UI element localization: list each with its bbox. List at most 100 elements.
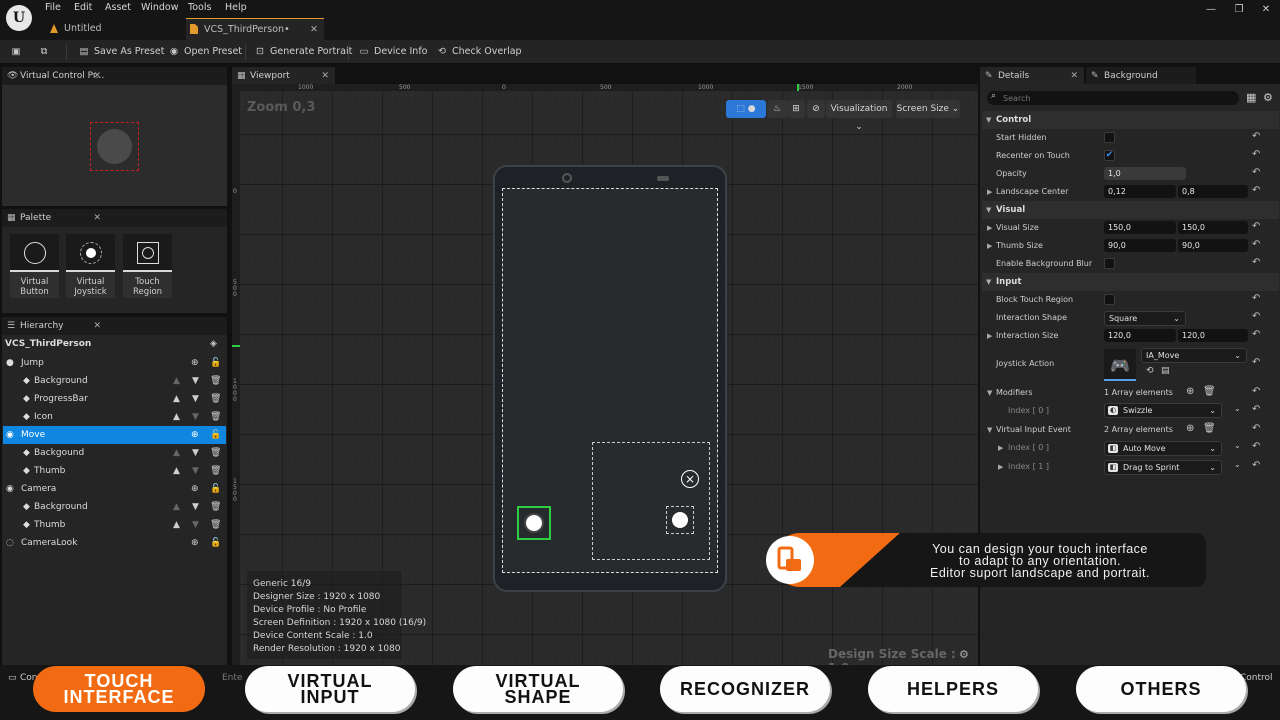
hierarchy-row-background[interactable]: ◆ Background ▲ ▼ 🗑 bbox=[3, 498, 226, 516]
add-element-icon[interactable]: ⊕ bbox=[1186, 386, 1194, 397]
category-helpers[interactable]: HELPERS bbox=[868, 666, 1038, 712]
delete-icon[interactable]: 🗑 bbox=[210, 390, 221, 408]
no-overlap-icon[interactable]: ⊘ bbox=[807, 100, 825, 118]
reset-icon[interactable]: ↶ bbox=[1252, 293, 1260, 304]
delete-icon[interactable]: 🗑 bbox=[210, 408, 221, 426]
delete-icon[interactable]: 🗑 bbox=[1203, 423, 1216, 434]
move-down-icon[interactable]: ▼ bbox=[192, 372, 199, 390]
reset-icon[interactable]: ↶ bbox=[1252, 386, 1260, 397]
chevron-right-icon[interactable]: ▶ bbox=[998, 458, 1003, 476]
menu-window[interactable]: Window bbox=[141, 2, 178, 13]
hierarchy-row-camera[interactable]: ◉ Camera ⊕ 🔓 bbox=[3, 480, 226, 498]
jump-button-icon[interactable]: ⨯ bbox=[681, 470, 699, 488]
menu-help[interactable]: Help bbox=[225, 2, 247, 13]
hierarchy-row-backgound[interactable]: ◆ Backgound ▲ ▼ 🗑 bbox=[3, 444, 226, 462]
chevron-right-icon[interactable]: ▶ bbox=[987, 183, 992, 201]
reset-icon[interactable]: ↶ bbox=[1252, 149, 1260, 160]
start-hidden-checkbox[interactable] bbox=[1104, 132, 1115, 143]
reset-icon[interactable]: ↶ bbox=[1252, 131, 1260, 142]
delete-icon[interactable]: 🗑 bbox=[1203, 386, 1216, 397]
reset-icon[interactable]: ↶ bbox=[1252, 185, 1260, 196]
lock-icon[interactable]: 🔓 bbox=[210, 480, 221, 498]
reset-icon[interactable]: ↶ bbox=[1252, 404, 1260, 415]
background-tab[interactable]: ✎ Background bbox=[1086, 67, 1196, 85]
visual-size-x-input[interactable]: 150,0 bbox=[1104, 221, 1176, 234]
camera-look-touch-region[interactable] bbox=[592, 442, 710, 560]
light-icon[interactable]: ♨ bbox=[767, 100, 787, 118]
settings-gear-icon[interactable]: ⚙ bbox=[1263, 91, 1273, 104]
move-down-icon[interactable]: ▼ bbox=[192, 408, 199, 426]
category-others[interactable]: OTHERS bbox=[1076, 666, 1246, 712]
add-icon[interactable]: ⊕ bbox=[191, 426, 199, 444]
move-up-icon[interactable]: ▲ bbox=[173, 462, 180, 480]
browse-icon[interactable]: ⧉ bbox=[38, 40, 54, 64]
reset-icon[interactable]: ↶ bbox=[1252, 460, 1260, 471]
reset-icon[interactable]: ↶ bbox=[1252, 311, 1260, 322]
input-action-thumbnail[interactable]: 🎮 bbox=[1104, 349, 1136, 381]
section-input[interactable]: ▼ Input bbox=[982, 273, 1279, 291]
viewport-tab[interactable]: ▦ Viewport ✕ bbox=[232, 67, 335, 85]
move-up-icon[interactable]: ▲ bbox=[173, 516, 180, 534]
section-control[interactable]: ▼ Control bbox=[982, 111, 1279, 129]
hierarchy-row-progressbar[interactable]: ◆ ProgressBar ▲ ▼ 🗑 bbox=[3, 390, 226, 408]
settings-gear-icon[interactable]: ⚙ bbox=[959, 648, 969, 661]
visualization-dropdown[interactable]: Visualization ⌄ bbox=[826, 100, 892, 132]
thumb-size-y-input[interactable]: 90,0 bbox=[1178, 239, 1248, 252]
recenter-checkbox[interactable]: ✔ bbox=[1104, 150, 1115, 161]
chevron-right-icon[interactable]: ▶ bbox=[987, 219, 992, 237]
save-icon[interactable]: ▣ bbox=[10, 40, 26, 64]
menu-asset[interactable]: Asset bbox=[105, 2, 131, 13]
move-up-icon[interactable]: ▲ bbox=[173, 498, 180, 516]
move-up-icon[interactable]: ▲ bbox=[173, 444, 180, 462]
grid-icon[interactable]: ⊞ bbox=[787, 100, 805, 118]
delete-icon[interactable]: 🗑 bbox=[210, 444, 221, 462]
close-details-icon[interactable]: ✕ bbox=[1070, 67, 1078, 85]
details-tab[interactable]: ✎ Details ✕ bbox=[980, 67, 1084, 85]
section-visual[interactable]: ▼ Visual bbox=[982, 201, 1279, 219]
lock-icon[interactable]: 🔓 bbox=[210, 426, 221, 444]
maximize-icon[interactable]: ❐ bbox=[1229, 4, 1249, 18]
close-window-icon[interactable]: ✕ bbox=[1256, 4, 1276, 18]
reset-icon[interactable]: ↶ bbox=[1252, 167, 1260, 178]
reset-icon[interactable]: ↶ bbox=[1252, 423, 1260, 434]
input-event-select-1[interactable]: ◧ Drag to Sprint ⌄ bbox=[1104, 460, 1222, 475]
close-palette-icon[interactable]: ✕ bbox=[93, 209, 101, 227]
minimize-icon[interactable]: — bbox=[1201, 4, 1221, 18]
chevron-down-icon[interactable]: ⌄ bbox=[1234, 460, 1241, 469]
reset-icon[interactable]: ↶ bbox=[1252, 329, 1260, 340]
hierarchy-row-thumb[interactable]: ◆ Thumb ▲ ▼ 🗑 bbox=[3, 516, 226, 534]
palette-virtual-joystick[interactable]: Virtual Joystick bbox=[66, 234, 115, 298]
screen-size-dropdown[interactable]: Screen Size ⌄ bbox=[896, 100, 960, 118]
delete-icon[interactable]: 🗑 bbox=[210, 462, 221, 480]
reset-icon[interactable]: ↶ bbox=[1252, 257, 1260, 268]
chevron-down-icon[interactable]: ⌄ bbox=[1234, 404, 1241, 413]
lock-icon[interactable]: 🔓 bbox=[210, 534, 221, 552]
details-search[interactable]: ⌕ bbox=[987, 91, 1239, 105]
close-viewport-icon[interactable]: ✕ bbox=[321, 67, 329, 85]
console-input[interactable]: Ente bbox=[222, 673, 242, 683]
layers-icon[interactable]: ◈ bbox=[210, 335, 217, 353]
delete-icon[interactable]: 🗑 bbox=[210, 498, 221, 516]
chevron-right-icon[interactable]: ▶ bbox=[998, 439, 1003, 457]
hierarchy-row-thumb[interactable]: ◆ Thumb ▲ ▼ 🗑 bbox=[3, 462, 226, 480]
add-element-icon[interactable]: ⊕ bbox=[1186, 423, 1194, 434]
tab-vcs-thirdperson[interactable]: VCS_ThirdPerson• ✕ bbox=[186, 18, 324, 40]
opacity-slider[interactable]: 1,0 bbox=[1104, 167, 1186, 180]
interaction-shape-select[interactable]: Square ⌄ bbox=[1104, 311, 1186, 326]
chevron-right-icon[interactable]: ▶ bbox=[987, 327, 992, 345]
content-drawer-icon[interactable]: ▭ bbox=[8, 673, 17, 683]
add-icon[interactable]: ⊕ bbox=[191, 534, 199, 552]
hierarchy-row-background[interactable]: ◆ Background ▲ ▼ 🗑 bbox=[3, 372, 226, 390]
reset-icon[interactable]: ↶ bbox=[1252, 441, 1260, 452]
reset-icon[interactable]: ↶ bbox=[1252, 221, 1260, 232]
lock-icon[interactable]: 🔓 bbox=[210, 354, 221, 372]
category-virtual-shape[interactable]: VIRTUAL SHAPE bbox=[453, 666, 623, 712]
move-down-icon[interactable]: ▼ bbox=[192, 462, 199, 480]
close-tab-icon[interactable]: ✕ bbox=[310, 19, 318, 41]
open-preset-button[interactable]: ◉ Open Preset bbox=[168, 40, 242, 64]
generate-portrait-button[interactable]: ⊡ Generate Portrait bbox=[254, 40, 352, 64]
table-view-icon[interactable]: ▦ bbox=[1246, 91, 1256, 104]
device-info-button[interactable]: ▭ Device Info bbox=[358, 40, 428, 64]
move-down-icon[interactable]: ▼ bbox=[192, 516, 199, 534]
interaction-size-y-input[interactable]: 120,0 bbox=[1178, 329, 1248, 342]
